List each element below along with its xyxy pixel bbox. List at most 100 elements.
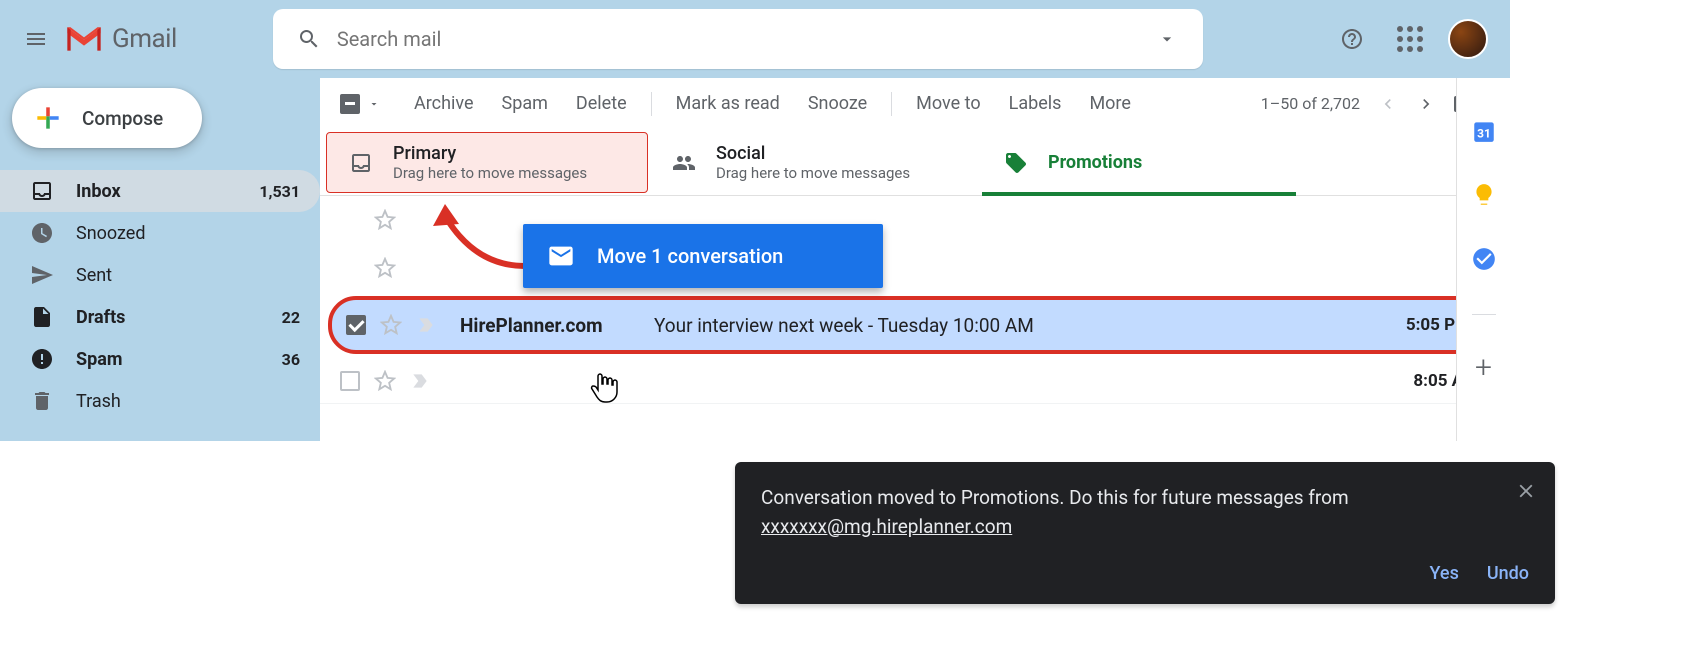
side-panel: 31 +	[1456, 78, 1510, 441]
search-bar[interactable]	[273, 9, 1203, 69]
importance-icon[interactable]	[410, 371, 430, 391]
compose-label: Compose	[82, 107, 163, 130]
main-menu-button[interactable]	[12, 15, 60, 63]
labels-button[interactable]: Labels	[997, 93, 1074, 114]
nav-label: Trash	[76, 391, 300, 412]
archive-button[interactable]: Archive	[402, 93, 486, 114]
search-input[interactable]	[331, 27, 1145, 51]
drag-text: Move 1 conversation	[597, 244, 783, 268]
toast-email-link[interactable]: xxxxxxx@mg.hireplanner.com	[761, 515, 1012, 538]
nav-label: Spam	[76, 349, 282, 370]
toolbar: Archive Spam Delete Mark as read Snooze …	[320, 78, 1506, 130]
support-button[interactable]	[1332, 19, 1372, 59]
tab-social[interactable]: Social Drag here to move messages	[650, 130, 982, 195]
gmail-icon	[64, 24, 104, 54]
nav-label: Drafts	[76, 307, 282, 328]
select-dropdown[interactable]	[368, 98, 380, 110]
toast-message: Conversation moved to Promotions. Do thi…	[761, 484, 1529, 541]
search-button[interactable]	[287, 17, 331, 61]
mail-icon	[547, 242, 575, 270]
toast-close-button[interactable]	[1515, 480, 1537, 506]
tab-promotions[interactable]: Promotions	[982, 130, 1314, 195]
toast-notification: Conversation moved to Promotions. Do thi…	[735, 462, 1555, 604]
toast-yes-button[interactable]: Yes	[1430, 563, 1459, 584]
gmail-logo[interactable]: Gmail	[64, 24, 177, 54]
snooze-button[interactable]: Snooze	[796, 93, 879, 114]
cursor-hand-icon	[590, 372, 618, 404]
tab-subtitle: Drag here to move messages	[393, 164, 587, 182]
tab-title: Promotions	[1048, 152, 1142, 173]
inbox-icon	[349, 151, 373, 175]
tab-title: Social	[716, 143, 910, 164]
nav-list: Inbox 1,531 Snoozed Sent Drafts 22	[0, 170, 320, 422]
nav-label: Inbox	[76, 181, 259, 202]
spam-icon	[30, 347, 54, 371]
nav-sent[interactable]: Sent	[0, 254, 320, 296]
sidebar: Compose Inbox 1,531 Snoozed Sent	[0, 78, 320, 441]
separator	[891, 92, 892, 116]
tasks-icon[interactable]	[1471, 246, 1497, 272]
account-avatar[interactable]	[1448, 19, 1488, 59]
email-row[interactable]: 8:05 AM	[320, 358, 1506, 404]
nav-label: Sent	[76, 265, 300, 286]
toast-undo-button[interactable]: Undo	[1487, 563, 1529, 584]
header: Gmail	[0, 0, 1510, 78]
nav-trash[interactable]: Trash	[0, 380, 320, 422]
google-apps-button[interactable]	[1390, 19, 1430, 59]
search-icon	[297, 27, 321, 51]
keep-icon[interactable]	[1471, 182, 1497, 208]
plus-icon	[32, 102, 64, 134]
calendar-icon[interactable]: 31	[1471, 118, 1497, 144]
star-icon[interactable]	[374, 257, 396, 279]
help-icon	[1340, 27, 1364, 51]
trash-icon	[30, 389, 54, 413]
toast-actions: Yes Undo	[761, 563, 1529, 584]
tab-subtitle: Drag here to move messages	[716, 164, 910, 182]
row-checkbox[interactable]	[346, 315, 366, 335]
caret-down-icon	[1157, 29, 1177, 49]
row-checkbox[interactable]	[340, 371, 360, 391]
delete-button[interactable]: Delete	[564, 93, 639, 114]
header-right	[1332, 19, 1498, 59]
category-tabs: Primary Drag here to move messages Socia…	[320, 130, 1506, 196]
nav-count: 22	[282, 308, 300, 327]
email-row-selected[interactable]: HirePlanner.com Your interview next week…	[328, 296, 1498, 354]
pager-text: 1–50 of 2,702	[1261, 94, 1360, 113]
separator	[651, 92, 652, 116]
email-sender: HirePlanner.com	[460, 314, 640, 337]
mark-read-button[interactable]: Mark as read	[664, 93, 792, 114]
nav-count: 1,531	[259, 182, 300, 201]
next-page-button[interactable]	[1416, 94, 1436, 114]
star-icon[interactable]	[374, 370, 396, 392]
separator	[1472, 314, 1496, 315]
email-subject: Your interview next week - Tuesday 10:00…	[654, 314, 1392, 337]
close-icon	[1515, 480, 1537, 502]
tag-icon	[1004, 151, 1028, 175]
star-icon[interactable]	[380, 314, 402, 336]
star-icon[interactable]	[374, 209, 396, 231]
importance-icon[interactable]	[416, 315, 436, 335]
tab-primary[interactable]: Primary Drag here to move messages	[326, 132, 648, 193]
apps-grid-icon	[1397, 26, 1423, 52]
nav-count: 36	[282, 350, 300, 369]
people-icon	[672, 151, 696, 175]
select-all-checkbox[interactable]	[340, 94, 360, 114]
tab-title: Primary	[393, 143, 587, 164]
search-options-button[interactable]	[1145, 17, 1189, 61]
move-to-button[interactable]: Move to	[904, 93, 992, 114]
prev-page-button[interactable]	[1378, 94, 1398, 114]
nav-label: Snoozed	[76, 223, 300, 244]
send-icon	[30, 263, 54, 287]
app-name: Gmail	[112, 24, 177, 54]
file-icon	[30, 305, 54, 329]
nav-spam[interactable]: Spam 36	[0, 338, 320, 380]
nav-drafts[interactable]: Drafts 22	[0, 296, 320, 338]
spam-button[interactable]: Spam	[490, 93, 560, 114]
hamburger-icon	[24, 27, 48, 51]
nav-snoozed[interactable]: Snoozed	[0, 212, 320, 254]
more-button[interactable]: More	[1077, 93, 1142, 114]
compose-button[interactable]: Compose	[12, 88, 202, 148]
nav-inbox[interactable]: Inbox 1,531	[0, 170, 320, 212]
get-addons-button[interactable]: +	[1475, 353, 1492, 383]
clock-icon	[30, 221, 54, 245]
